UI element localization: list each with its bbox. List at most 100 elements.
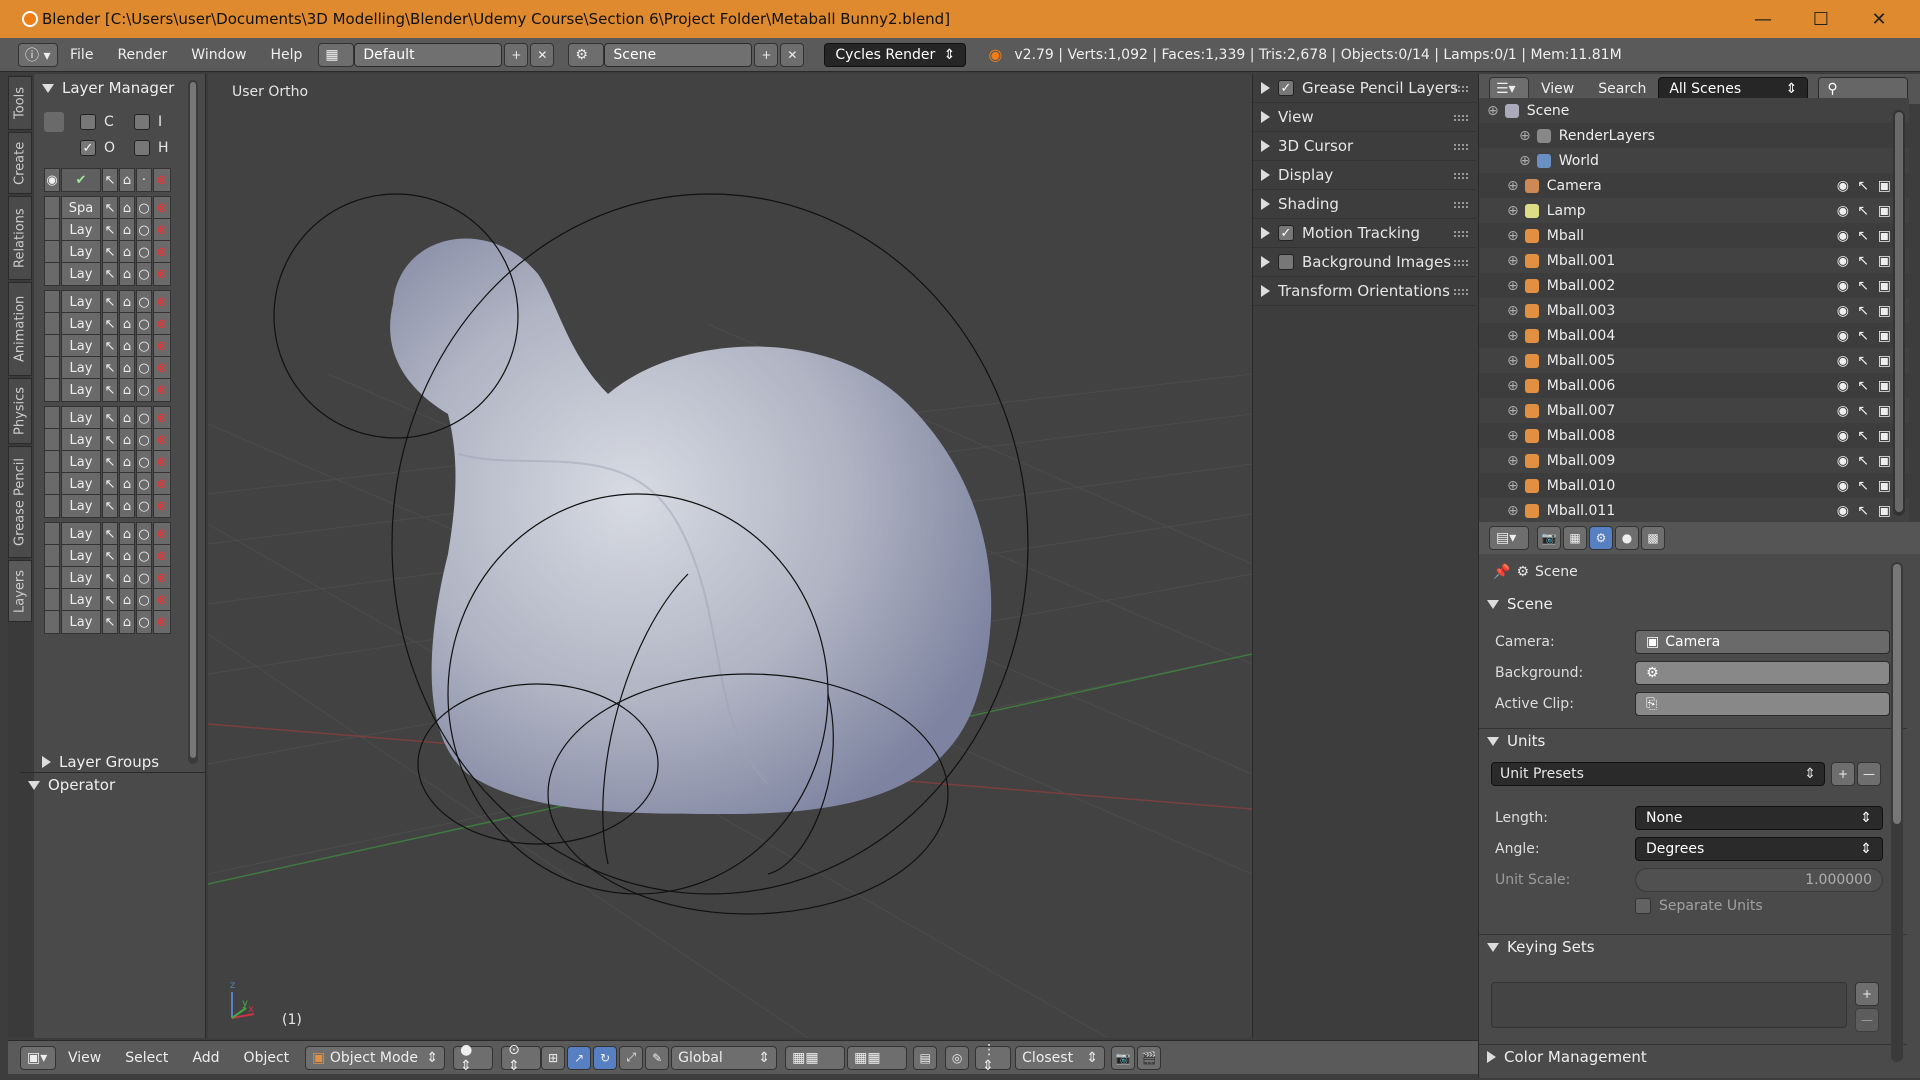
render-toggle-icon[interactable]: ▣	[1878, 203, 1891, 219]
circle-icon[interactable]: ○	[136, 262, 152, 286]
layer-name[interactable]: Lay	[61, 378, 101, 402]
layer-visibility-icon[interactable]	[44, 406, 60, 430]
layer-visibility-icon[interactable]	[44, 378, 60, 402]
outliner-item-label[interactable]: Mball.011	[1547, 503, 1616, 519]
lock-icon[interactable]: ⌂	[119, 428, 135, 452]
cursor-icon[interactable]: ↖	[102, 356, 118, 380]
layer-filter-icon[interactable]	[44, 112, 64, 132]
cursor-icon[interactable]: ↖	[102, 494, 118, 518]
eye-icon[interactable]: ◉	[1837, 353, 1849, 369]
lock-icon[interactable]: ⌂	[119, 610, 135, 634]
outliner-search-menu[interactable]: Search	[1586, 81, 1658, 97]
layer-visibility-icon[interactable]	[44, 450, 60, 474]
outliner-row[interactable]: ⊕ Mball.002 ◉ ↖ ▣	[1479, 273, 1909, 298]
layer-lock-icon[interactable]: ▤	[913, 1045, 938, 1070]
eye-icon[interactable]: ◉	[1837, 453, 1849, 469]
render-toggle-icon[interactable]: ▣	[1878, 303, 1891, 319]
layer-name[interactable]: Lay	[61, 588, 101, 612]
outliner-item-label[interactable]: Lamp	[1547, 203, 1586, 219]
render-anim-icon[interactable]: 🎬	[1137, 1045, 1162, 1070]
mode-select[interactable]: ▣ Object Mode ⇕	[305, 1045, 446, 1070]
remove-layout-icon[interactable]: ✕	[530, 42, 555, 67]
layer-visibility-icon[interactable]	[44, 312, 60, 336]
circle-icon[interactable]: ○	[136, 566, 152, 590]
length-select[interactable]: None ⇕	[1635, 806, 1883, 830]
layer-name[interactable]: Lay	[61, 522, 101, 546]
circle-icon[interactable]: ○	[136, 522, 152, 546]
lock-icon[interactable]: ⌂	[119, 522, 135, 546]
cursor-icon[interactable]: ↖	[102, 240, 118, 264]
layer-visibility-icon[interactable]	[44, 356, 60, 380]
layer-visibility-icon[interactable]	[44, 334, 60, 358]
outliner-item-label[interactable]: Mball.002	[1547, 278, 1616, 294]
menu-help[interactable]: Help	[258, 47, 314, 63]
clip-field[interactable]: ⎘	[1635, 692, 1890, 716]
layer-visibility-icon[interactable]	[44, 566, 60, 590]
select-icon[interactable]: ↖	[1857, 428, 1869, 444]
tab-grease-pencil[interactable]: Grease Pencil	[8, 446, 32, 558]
lock-icon[interactable]: ⌂	[119, 378, 135, 402]
angle-select[interactable]: Degrees ⇕	[1635, 837, 1883, 861]
npanel-section[interactable]: ✓ Motion Tracking	[1253, 219, 1476, 248]
shading-select[interactable]: ● ⇕	[453, 1042, 494, 1074]
select-icon[interactable]: ↖	[1857, 353, 1869, 369]
layer-name[interactable]: Lay	[61, 494, 101, 518]
select-icon[interactable]: ↖	[1857, 278, 1869, 294]
filter-o[interactable]: ✓ O	[80, 140, 115, 156]
proportional-edit-icon[interactable]: ◎	[945, 1045, 970, 1070]
layers-grid-1[interactable]: ▦▦	[785, 1045, 846, 1070]
translate-icon[interactable]: ↗	[567, 1045, 592, 1070]
pivot-select[interactable]: ⊙ ⇕	[501, 1042, 542, 1074]
lock-icon[interactable]: ⌂	[119, 262, 135, 286]
operator-header[interactable]: Operator	[20, 772, 206, 797]
remove-preset-icon[interactable]: —	[1857, 762, 1881, 786]
outliner-item-label[interactable]: Scene	[1527, 103, 1570, 119]
outliner-view-menu[interactable]: View	[1529, 81, 1586, 97]
3d-viewport[interactable]: User Ortho z x y (1)	[208, 74, 1252, 1038]
filter-c[interactable]: C	[80, 114, 114, 130]
minimize-button[interactable]: —	[1734, 0, 1792, 38]
outliner-item-label[interactable]: Mball.003	[1547, 303, 1616, 319]
lock-icon[interactable]: ⌂	[119, 196, 135, 220]
tab-layers[interactable]: Layers	[8, 560, 32, 622]
tab-animation[interactable]: Animation	[8, 282, 32, 376]
eye-icon[interactable]: ◉	[1837, 478, 1849, 494]
render-toggle-icon[interactable]: ▣	[1878, 353, 1891, 369]
expand-icon[interactable]: ⊕	[1507, 453, 1519, 469]
lock-icon[interactable]: ⌂	[119, 240, 135, 264]
layer-name[interactable]: Lay	[61, 262, 101, 286]
scene-icon[interactable]: ⚙	[568, 42, 605, 67]
render-toggle-icon[interactable]: ▣	[1878, 378, 1891, 394]
outliner-row[interactable]: ⊕ Camera ◉ ↖ ▣	[1479, 173, 1909, 198]
render-toggle-icon[interactable]: ▣	[1878, 453, 1891, 469]
expand-icon[interactable]: ⊕	[1507, 253, 1519, 269]
units-panel-header[interactable]: Units	[1479, 728, 1907, 753]
circle-icon[interactable]: ○	[136, 240, 152, 264]
eye-icon[interactable]: ◉	[1837, 403, 1849, 419]
outliner-row[interactable]: ⊕ Mball.004 ◉ ↖ ▣	[1479, 323, 1909, 348]
select-icon[interactable]: ↖	[1857, 403, 1869, 419]
cursor-icon[interactable]: ↖	[102, 450, 118, 474]
expand-icon[interactable]: ⊕	[1507, 303, 1519, 319]
pin-icon[interactable]: 📌	[1493, 564, 1510, 580]
select-icon[interactable]: ↖	[1857, 503, 1869, 519]
outliner-row[interactable]: ⊕ Mball ◉ ↖ ▣	[1479, 223, 1909, 248]
layer-visibility-icon[interactable]	[44, 196, 60, 220]
cursor-icon[interactable]: ↖	[102, 196, 118, 220]
cursor-icon[interactable]: ↖	[102, 522, 118, 546]
camera-field[interactable]: ▣ Camera	[1635, 630, 1890, 654]
outliner-item-label[interactable]: Mball.006	[1547, 378, 1616, 394]
scene-panel-header[interactable]: Scene	[1479, 592, 1907, 616]
scene-field[interactable]: Scene	[604, 42, 753, 67]
select-icon[interactable]: ↖	[1857, 253, 1869, 269]
outliner-row[interactable]: ⊕ RenderLayers	[1479, 123, 1909, 148]
select-icon[interactable]: ↖	[1857, 178, 1869, 194]
eye-icon[interactable]: ◉	[1837, 203, 1849, 219]
lock-icon[interactable]: ⌂	[119, 218, 135, 242]
select-icon[interactable]: ↖	[1857, 453, 1869, 469]
eye-icon[interactable]: ◉	[44, 168, 60, 192]
render-toggle-icon[interactable]: ▣	[1878, 228, 1891, 244]
outliner-row[interactable]: ⊕ Mball.008 ◉ ↖ ▣	[1479, 423, 1909, 448]
layer-visibility-icon[interactable]	[44, 428, 60, 452]
cursor-icon[interactable]: ↖	[102, 566, 118, 590]
